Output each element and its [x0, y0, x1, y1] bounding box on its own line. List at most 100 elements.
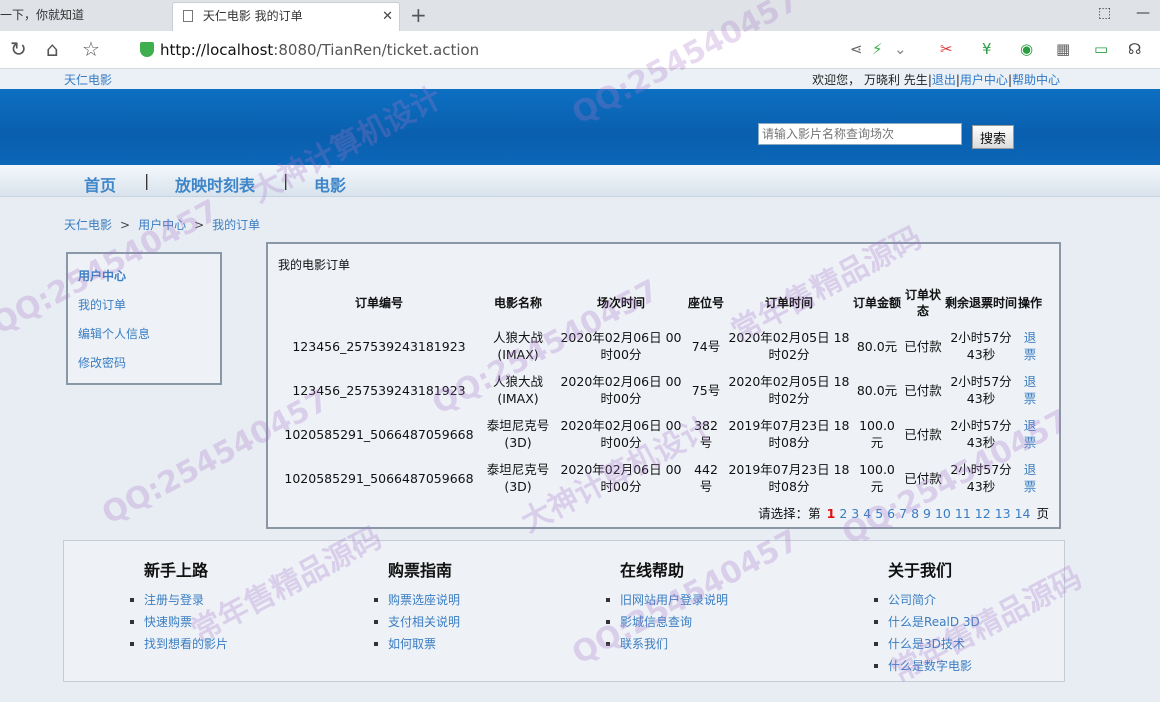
footer-link[interactable]: 旧网站用户登录说明: [605, 589, 728, 611]
page-link[interactable]: 8: [911, 506, 919, 521]
grid-icon[interactable]: ▦: [1056, 40, 1070, 58]
footer-link[interactable]: 支付相关说明: [373, 611, 460, 633]
breadcrumb: 天仁电影 > 用户中心 > 我的订单: [64, 216, 260, 233]
refund-time-left: 2小时57分43秒: [950, 462, 1012, 494]
table-row: 1020585291_5066487059668 泰坦尼克号(3D) 2020年…: [278, 412, 1042, 456]
column-header: 订单金额: [852, 296, 901, 310]
minimize-icon[interactable]: —: [1136, 5, 1150, 21]
refund-time-left: 2小时57分43秒: [950, 374, 1012, 406]
refund-link[interactable]: 退票: [1024, 374, 1037, 406]
action-cell: 退票: [1018, 324, 1042, 368]
scissors-icon[interactable]: ✂: [940, 40, 953, 58]
order-time: 2020年02月05日 18时02分: [728, 374, 850, 406]
seat-number: 382号: [694, 418, 718, 450]
column-header: 场次时间: [596, 296, 645, 310]
column-header: 订单状态: [904, 288, 941, 318]
order-amount: 100.0元: [859, 418, 895, 450]
breadcrumb-item[interactable]: 用户中心: [138, 218, 186, 232]
page-icon: [183, 10, 193, 22]
refresh-icon[interactable]: ↻: [10, 38, 27, 60]
page-link[interactable]: 10: [935, 506, 951, 521]
nav-schedule[interactable]: 放映时刻表: [175, 172, 255, 196]
page-link[interactable]: 12: [975, 506, 991, 521]
url-host: http://localhost: [160, 41, 274, 59]
footer-link[interactable]: 注册与登录: [129, 589, 228, 611]
battery-icon[interactable]: ▭: [1094, 40, 1108, 58]
order-time: 2019年07月23日 18时08分: [728, 418, 850, 450]
close-tab-icon[interactable]: ✕: [382, 3, 393, 30]
footer-link[interactable]: 影城信息查询: [605, 611, 728, 633]
footer-column-ticket-guide: 购票指南 购票选座说明 支付相关说明 如何取票: [373, 557, 460, 655]
orders-table: 订单编号 电影名称 场次时间 座位号 订单时间 订单金额 订单状态 剩余退票时间…: [278, 282, 1042, 500]
column-header: 订单时间: [764, 296, 813, 310]
refund-link[interactable]: 退票: [1024, 330, 1037, 362]
browser-tab-inactive[interactable]: 一下，你就知道: [0, 2, 172, 31]
nav-home[interactable]: 首页: [84, 172, 116, 196]
star-icon[interactable]: ☆: [82, 38, 100, 60]
new-tab-icon[interactable]: +: [410, 3, 427, 27]
page-link[interactable]: 11: [955, 506, 971, 521]
breadcrumb-item[interactable]: 我的订单: [212, 218, 260, 232]
footer-link[interactable]: 如何取票: [373, 633, 460, 655]
order-status: 已付款: [904, 338, 942, 354]
column-header: 操作: [1018, 296, 1043, 310]
page-link[interactable]: 6: [887, 506, 895, 521]
page-link[interactable]: 4: [863, 506, 871, 521]
column-header: 电影名称: [493, 296, 542, 310]
refund-link[interactable]: 退票: [1024, 418, 1037, 450]
shield-yen-icon[interactable]: ¥: [982, 40, 992, 58]
sidebar-title[interactable]: 用户中心: [78, 267, 126, 284]
sidebar-item-my-orders[interactable]: 我的订单: [78, 296, 126, 313]
page-link[interactable]: 14: [1015, 506, 1031, 521]
url-rest: :8080/TianRen/ticket.action: [273, 41, 480, 59]
address-field[interactable]: http://localhost:8080/TianRen/ticket.act…: [140, 39, 820, 61]
sidebar-item-edit-profile[interactable]: 编辑个人信息: [78, 325, 150, 342]
page-link[interactable]: 7: [899, 506, 907, 521]
footer-link[interactable]: 联系我们: [605, 633, 728, 655]
bolt-icon[interactable]: ⚡: [872, 40, 883, 58]
home-icon[interactable]: ⌂: [46, 38, 59, 60]
chevron-down-icon[interactable]: ⌄: [894, 40, 907, 58]
breadcrumb-item[interactable]: 天仁电影: [64, 218, 112, 232]
sidebar-item-change-password[interactable]: 修改密码: [78, 354, 126, 371]
browser-tab-bar: 一下，你就知道 天仁电影 我的订单 ✕ + ⬚ —: [0, 0, 1160, 31]
shield-icon: [140, 42, 154, 57]
user-center-link[interactable]: 用户中心: [960, 73, 1008, 87]
browser-tab-active[interactable]: 天仁电影 我的订单 ✕: [172, 2, 400, 31]
column-header: 剩余退票时间: [944, 296, 1017, 310]
orders-panel: 我的电影订单 订单编号 电影名称 场次时间 座位号 订单时间 订单金额 订单状态…: [266, 242, 1061, 529]
footer-link[interactable]: 什么是RealD 3D: [874, 611, 980, 633]
chat-icon[interactable]: ◉: [1020, 40, 1033, 58]
table-header-row: 订单编号 电影名称 场次时间 座位号 订单时间 订单金额 订单状态 剩余退票时间…: [278, 282, 1042, 324]
footer-link[interactable]: 快速购票: [129, 611, 228, 633]
footer-link[interactable]: 购票选座说明: [373, 589, 460, 611]
footer-link[interactable]: 找到想看的影片: [129, 633, 228, 655]
footer-link[interactable]: 公司简介: [874, 589, 980, 611]
breadcrumb-separator: >: [120, 218, 131, 232]
site-top-bar: 天仁电影 欢迎您， 万晓利 先生|退出|用户中心|帮助中心: [0, 69, 1160, 89]
page-link[interactable]: 5: [875, 506, 883, 521]
logout-link[interactable]: 退出: [932, 73, 956, 87]
search-button[interactable]: 搜索: [972, 125, 1014, 149]
pager-suffix: 页: [1036, 506, 1049, 521]
help-center-link[interactable]: 帮助中心: [1012, 73, 1060, 87]
share-icon[interactable]: ⋖: [850, 40, 863, 58]
order-amount: 80.0元: [856, 338, 898, 354]
refund-link[interactable]: 退票: [1024, 462, 1037, 494]
footer-link[interactable]: 什么是3D技术: [874, 633, 980, 655]
footer-link[interactable]: 什么是数字电影: [874, 655, 980, 677]
headphones-icon[interactable]: ☊: [1128, 40, 1141, 58]
tab-title: 天仁电影 我的订单: [202, 9, 303, 23]
movie-name: 泰坦尼克号(3D): [486, 462, 550, 494]
page-link[interactable]: 9: [923, 506, 931, 521]
order-status: 已付款: [904, 470, 942, 486]
search-input[interactable]: [758, 123, 962, 145]
page-link[interactable]: 13: [995, 506, 1011, 521]
footer-column-title: 关于我们: [888, 561, 953, 580]
page-current[interactable]: 1: [827, 506, 836, 521]
shirt-icon[interactable]: ⬚: [1098, 5, 1111, 21]
page-link[interactable]: 2: [839, 506, 847, 521]
orders-title: 我的电影订单: [278, 258, 351, 272]
page-link[interactable]: 3: [851, 506, 859, 521]
nav-movies[interactable]: 电影: [314, 172, 346, 196]
